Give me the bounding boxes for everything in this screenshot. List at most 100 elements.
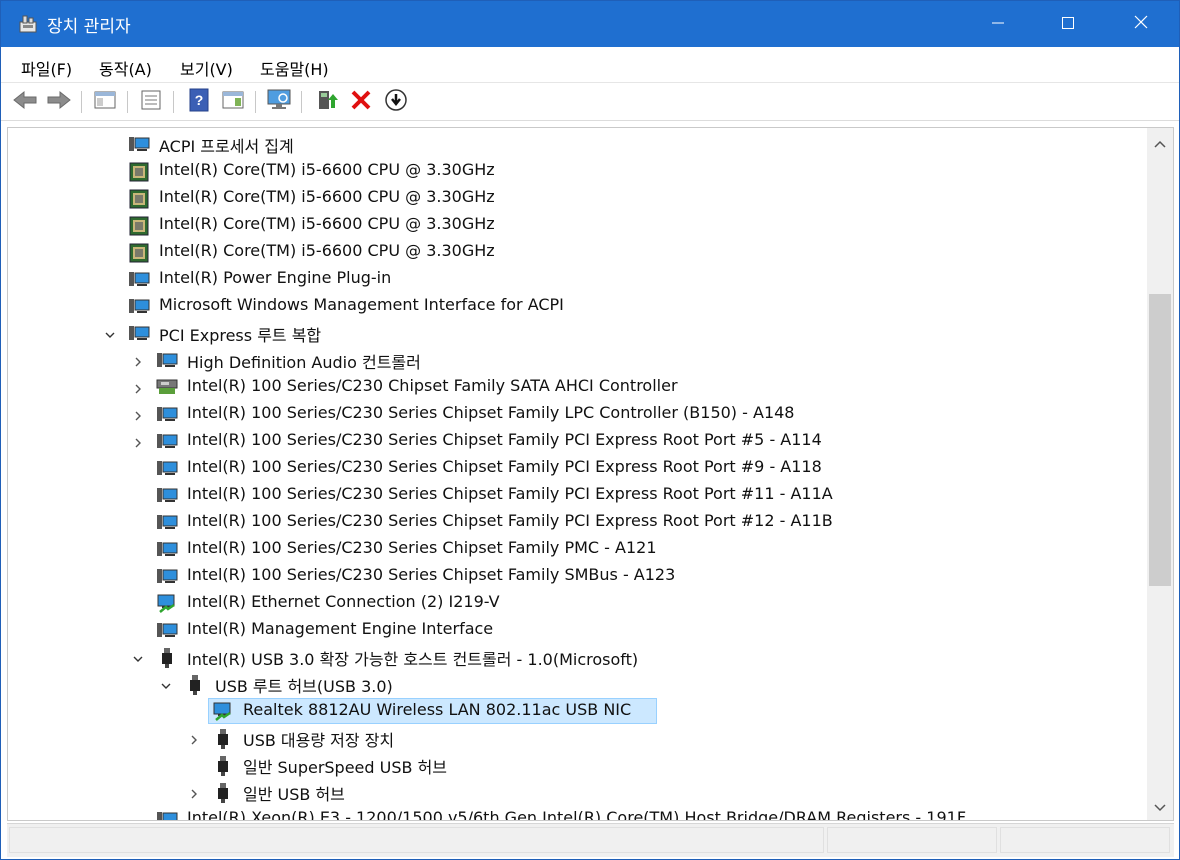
tree-item-label: Intel(R) 100 Series/C230 Series Chipset … (187, 484, 833, 503)
uninstall-device-button[interactable] (347, 88, 375, 116)
tree-item[interactable]: Intel(R) Xeon(R) E3 - 1200/1500 v5/6th G… (8, 805, 1146, 820)
chevron-right-icon[interactable] (188, 731, 200, 745)
maximize-icon (1061, 15, 1075, 34)
tree-item-label: Intel(R) 100 Series/C230 Series Chipset … (187, 511, 833, 530)
usb-plug-icon (160, 647, 182, 668)
tree-item[interactable]: Intel(R) Core(TM) i5-6600 CPU @ 3.30GHz (8, 238, 1146, 265)
device-monitor-icon (156, 620, 178, 640)
tree-item[interactable]: Intel(R) 100 Series/C230 Series Chipset … (8, 481, 1146, 508)
chevron-down-icon[interactable] (160, 677, 172, 689)
device-monitor-icon (156, 431, 178, 451)
tree-item[interactable]: USB 대용량 저장 장치 (8, 724, 1146, 751)
toolbar-separator (301, 91, 302, 113)
tree-item-label: Intel(R) USB 3.0 확장 가능한 호스트 컨트롤러 - 1.0(M… (187, 650, 639, 669)
tree-item-label: USB 대용량 저장 장치 (243, 731, 395, 750)
tree-item[interactable]: PCI Express 루트 복합 (8, 319, 1146, 346)
device-monitor-icon (156, 809, 178, 820)
device-monitor-icon (156, 458, 178, 478)
menu-view[interactable]: 보기(V) (174, 54, 239, 82)
tree-item[interactable]: Intel(R) 100 Series/C230 Series Chipset … (8, 427, 1146, 454)
tree-item[interactable]: 일반 SuperSpeed USB 허브 (8, 751, 1146, 778)
chevron-right-icon[interactable] (132, 434, 144, 448)
tree-item[interactable]: USB 루트 허브(USB 3.0) (8, 670, 1146, 697)
scrollbar-thumb[interactable] (1149, 294, 1171, 586)
tree-item[interactable]: Microsoft Windows Management Interface f… (8, 292, 1146, 319)
device-monitor-icon (128, 134, 150, 154)
tree-item[interactable]: ACPI 프로세서 집계 (8, 130, 1146, 157)
tree-item-label: Intel(R) Power Engine Plug-in (159, 268, 392, 287)
chevron-right-icon[interactable] (132, 380, 144, 394)
usb-plug-icon (216, 755, 238, 776)
scan-hardware-button[interactable] (265, 88, 293, 116)
properties-icon (139, 89, 163, 115)
back-button[interactable] (11, 88, 39, 116)
tree-item[interactable]: Intel(R) Ethernet Connection (2) I219-V (8, 589, 1146, 616)
menu-file[interactable]: 파일(F) (15, 54, 78, 82)
tree-item[interactable]: Intel(R) 100 Series/C230 Chipset Family … (8, 373, 1146, 400)
tree-item-label: Intel(R) Core(TM) i5-6600 CPU @ 3.30GHz (159, 187, 495, 206)
properties-button[interactable] (137, 88, 165, 116)
status-bar (7, 823, 1174, 857)
tree-item[interactable]: Intel(R) Core(TM) i5-6600 CPU @ 3.30GHz (8, 211, 1146, 238)
tree-item-label: 일반 USB 허브 (243, 785, 345, 804)
tree-item[interactable]: Intel(R) 100 Series/C230 Series Chipset … (8, 400, 1146, 427)
close-button[interactable] (1103, 1, 1179, 47)
menu-action[interactable]: 동작(A) (93, 54, 158, 82)
device-monitor-icon (128, 296, 150, 316)
disable-device-button[interactable] (382, 88, 410, 116)
minimize-button[interactable] (963, 1, 1033, 47)
status-segment (1000, 827, 1170, 853)
chevron-right-icon[interactable] (132, 353, 144, 367)
toolbar-separator (255, 91, 256, 113)
storage-controller-icon (156, 377, 178, 397)
device-monitor-icon (156, 350, 178, 370)
tree-item[interactable]: Intel(R) Power Engine Plug-in (8, 265, 1146, 292)
chevron-down-icon[interactable] (132, 650, 144, 662)
tree-item[interactable]: Intel(R) USB 3.0 확장 가능한 호스트 컨트롤러 - 1.0(M… (8, 643, 1146, 670)
tree-item-label: Intel(R) 100 Series/C230 Series Chipset … (187, 565, 676, 584)
chevron-right-icon[interactable] (132, 407, 144, 421)
toolbar-separator (81, 91, 82, 113)
device-monitor-icon (156, 404, 178, 424)
scroll-down-button[interactable] (1147, 796, 1173, 816)
tree-item[interactable]: Intel(R) 100 Series/C230 Series Chipset … (8, 508, 1146, 535)
show-hide-console-tree-button[interactable] (91, 88, 119, 116)
forward-button[interactable] (45, 88, 73, 116)
tree-item-label: Intel(R) 100 Series/C230 Chipset Family … (187, 376, 678, 395)
minimize-icon (991, 15, 1005, 34)
tree-item[interactable]: Intel(R) Core(TM) i5-6600 CPU @ 3.30GHz (8, 184, 1146, 211)
scroll-up-button[interactable] (1147, 132, 1173, 152)
update-driver-icon (315, 88, 339, 116)
tree-item[interactable]: Intel(R) 100 Series/C230 Series Chipset … (8, 535, 1146, 562)
update-driver-button[interactable] (313, 88, 341, 116)
uninstall-icon (350, 89, 372, 115)
chevron-right-icon[interactable] (188, 785, 200, 799)
tree-item[interactable]: Intel(R) 100 Series/C230 Series Chipset … (8, 454, 1146, 481)
help-button[interactable]: ? (185, 88, 213, 116)
back-icon (12, 89, 38, 115)
tree-item[interactable]: High Definition Audio 컨트롤러 (8, 346, 1146, 373)
tree-item[interactable]: Realtek 8812AU Wireless LAN 802.11ac USB… (8, 697, 1146, 724)
download-icon (384, 88, 408, 116)
toolbar: ? (1, 83, 1179, 121)
chevron-down-icon[interactable] (104, 326, 116, 338)
action-pane-button[interactable] (219, 88, 247, 116)
device-monitor-icon (156, 485, 178, 505)
title-bar[interactable]: 장치 관리자 (1, 1, 1179, 47)
tree-item[interactable]: 일반 USB 허브 (8, 778, 1146, 805)
device-manager-app-icon (17, 13, 39, 35)
tree-item-label: USB 루트 허브(USB 3.0) (215, 677, 393, 696)
tree-item-label: Intel(R) 100 Series/C230 Series Chipset … (187, 457, 822, 476)
device-tree[interactable]: ACPI 프로세서 집계 Intel(R) Core(TM) i5-6600 CP… (7, 127, 1174, 821)
tree-item[interactable]: Intel(R) Core(TM) i5-6600 CPU @ 3.30GHz (8, 157, 1146, 184)
vertical-scrollbar[interactable] (1147, 128, 1173, 820)
device-monitor-icon (156, 512, 178, 532)
device-monitor-icon (128, 323, 150, 343)
menu-help[interactable]: 도움말(H) (254, 54, 335, 82)
processor-icon (128, 161, 150, 182)
device-monitor-icon (128, 269, 150, 289)
tree-item-label: Intel(R) Management Engine Interface (187, 619, 494, 638)
tree-item[interactable]: Intel(R) Management Engine Interface (8, 616, 1146, 643)
tree-item[interactable]: Intel(R) 100 Series/C230 Series Chipset … (8, 562, 1146, 589)
maximize-button[interactable] (1033, 1, 1103, 47)
